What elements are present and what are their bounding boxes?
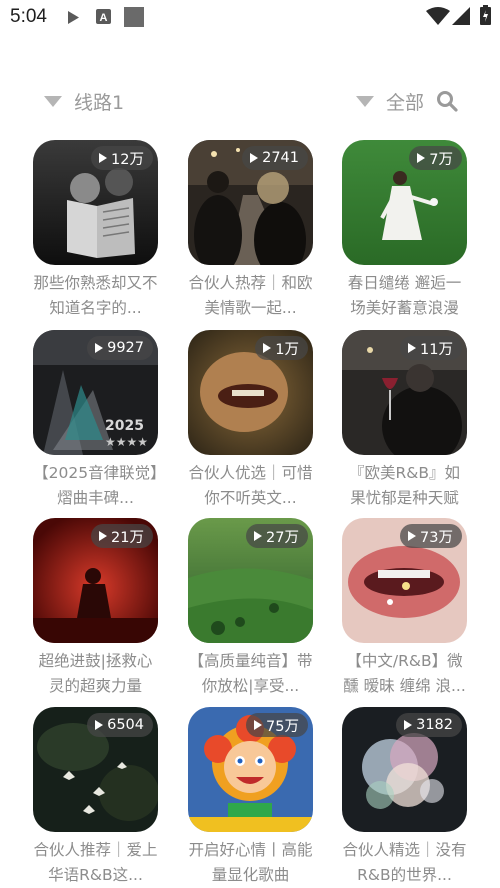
play-count-badge: 2741 (242, 146, 308, 170)
play-count: 21万 (111, 529, 144, 546)
play-icon (95, 720, 104, 730)
playlist-cover: 2025 ★★★★ 9927 (33, 330, 158, 455)
playlist-title: 开启好心情丨高能量显化歌曲 (188, 841, 313, 884)
playlist-card[interactable]: 2741 合伙人热荐｜和欧美情歌一起... (188, 140, 313, 321)
route-selector[interactable]: 线路1 (44, 88, 124, 115)
dropdown-triangle-icon (356, 96, 374, 107)
playlist-card[interactable]: 1万 合伙人优选｜可惜你不听英文... (188, 330, 313, 511)
playlist-cover: 3182 (342, 707, 467, 832)
playlist-card[interactable]: 75万 开启好心情丨高能量显化歌曲 (188, 707, 313, 888)
play-count: 11万 (420, 341, 453, 358)
playlist-card[interactable]: 73万 【中文/R&B】微醺 暧昧 缠绵 浪... (342, 518, 467, 699)
battery-charging-icon (480, 5, 491, 25)
category-label: 全部 (386, 92, 425, 114)
playlist-title: 『欧美R&B』如果忧郁是种天赋 (349, 464, 460, 507)
play-icon (263, 343, 272, 353)
play-count: 9927 (107, 340, 144, 356)
status-time: 5:04 (10, 6, 47, 27)
square-icon (124, 7, 144, 27)
category-selector[interactable]: 全部 (356, 88, 424, 115)
wifi-icon (426, 7, 450, 25)
play-count: 27万 (266, 529, 299, 546)
play-count-badge: 7万 (409, 146, 462, 170)
play-icon (68, 11, 79, 24)
play-count-badge: 3182 (396, 713, 462, 737)
play-icon (408, 343, 417, 353)
playlist-card[interactable]: 27万 【高质量纯音】带你放松|享受... (188, 518, 313, 699)
play-count-badge: 75万 (246, 713, 308, 737)
playlist-title: 合伙人优选｜可惜你不听英文... (188, 464, 313, 507)
play-count-badge: 12万 (91, 146, 153, 170)
playlist-title: 【中文/R&B】微醺 暧昧 缠绵 浪... (343, 652, 466, 695)
play-count-badge: 27万 (246, 524, 308, 548)
play-icon (254, 531, 263, 541)
play-count: 7万 (429, 151, 453, 168)
play-count-badge: 21万 (91, 524, 153, 548)
play-count: 6504 (107, 717, 144, 733)
playlist-cover: 21万 (33, 518, 158, 643)
playlist-cover: 11万 (342, 330, 467, 455)
play-icon (250, 153, 259, 163)
playlist-cover: 1万 (188, 330, 313, 455)
play-count-badge: 9927 (87, 336, 153, 360)
status-bar: 5:04 A (0, 0, 500, 36)
playlist-cover: 7万 (342, 140, 467, 265)
play-count: 1万 (275, 341, 299, 358)
playlist-title: 合伙人热荐｜和欧美情歌一起... (188, 274, 313, 317)
svg-text:2025: 2025 (105, 418, 144, 434)
play-icon (95, 343, 104, 353)
playlist-card[interactable]: 6504 合伙人推荐｜爱上华语R&B这... (33, 707, 158, 888)
dropdown-triangle-icon (44, 96, 62, 107)
play-icon (254, 720, 263, 730)
playlist-cover: 2741 (188, 140, 313, 265)
playlist-title: 合伙人推荐｜爱上华语R&B这... (33, 841, 158, 884)
play-count-badge: 11万 (400, 336, 462, 360)
playlist-cover: 27万 (188, 518, 313, 643)
playlist-card[interactable]: 11万 『欧美R&B』如果忧郁是种天赋 (342, 330, 467, 511)
playlist-card[interactable]: 7万 春日缱绻 邂逅一场美好蓄意浪漫 (342, 140, 467, 321)
svg-text:★★★★: ★★★★ (105, 435, 148, 449)
play-icon (408, 531, 417, 541)
playlist-title: 春日缱绻 邂逅一场美好蓄意浪漫 (347, 274, 462, 317)
playlist-card[interactable]: 12万 那些你熟悉却又不知道名字的... (33, 140, 158, 321)
search-icon[interactable] (436, 90, 458, 112)
play-count: 12万 (111, 151, 144, 168)
playlist-card[interactable]: 21万 超绝进鼓|拯救心灵的超爽力量 (33, 518, 158, 699)
play-count-badge: 73万 (400, 524, 462, 548)
playlist-cover: 12万 (33, 140, 158, 265)
playlist-title: 【2025音律联觉】熠曲丰碑... (33, 464, 158, 507)
play-count-badge: 6504 (87, 713, 153, 737)
play-icon (99, 153, 108, 163)
playlist-card[interactable]: 2025 ★★★★ 9927 【2025音律联觉】熠曲丰碑... (33, 330, 158, 511)
playlist-cover: 75万 (188, 707, 313, 832)
playlist-title: 那些你熟悉却又不知道名字的... (33, 274, 158, 317)
play-icon (417, 153, 426, 163)
play-count: 73万 (420, 529, 453, 546)
play-icon (404, 720, 413, 730)
filter-bar: 线路1 全部 (0, 82, 500, 118)
playlist-card[interactable]: 3182 合伙人精选｜没有R&B的世界... (342, 707, 467, 888)
svg-text:A: A (100, 12, 108, 24)
playlist-cover: 73万 (342, 518, 467, 643)
playlist-title: 【高质量纯音】带你放松|享受... (188, 652, 313, 695)
play-count: 3182 (416, 717, 453, 733)
playlist-title: 超绝进鼓|拯救心灵的超爽力量 (38, 652, 153, 695)
playlist-cover: 6504 (33, 707, 158, 832)
play-count: 75万 (266, 718, 299, 735)
a-box-icon: A (96, 9, 111, 24)
playlist-title: 合伙人精选｜没有R&B的世界... (342, 841, 467, 884)
signal-icon (452, 7, 470, 25)
play-icon (99, 531, 108, 541)
play-count: 2741 (262, 150, 299, 166)
play-count-badge: 1万 (255, 336, 308, 360)
route-label: 线路1 (74, 92, 125, 114)
